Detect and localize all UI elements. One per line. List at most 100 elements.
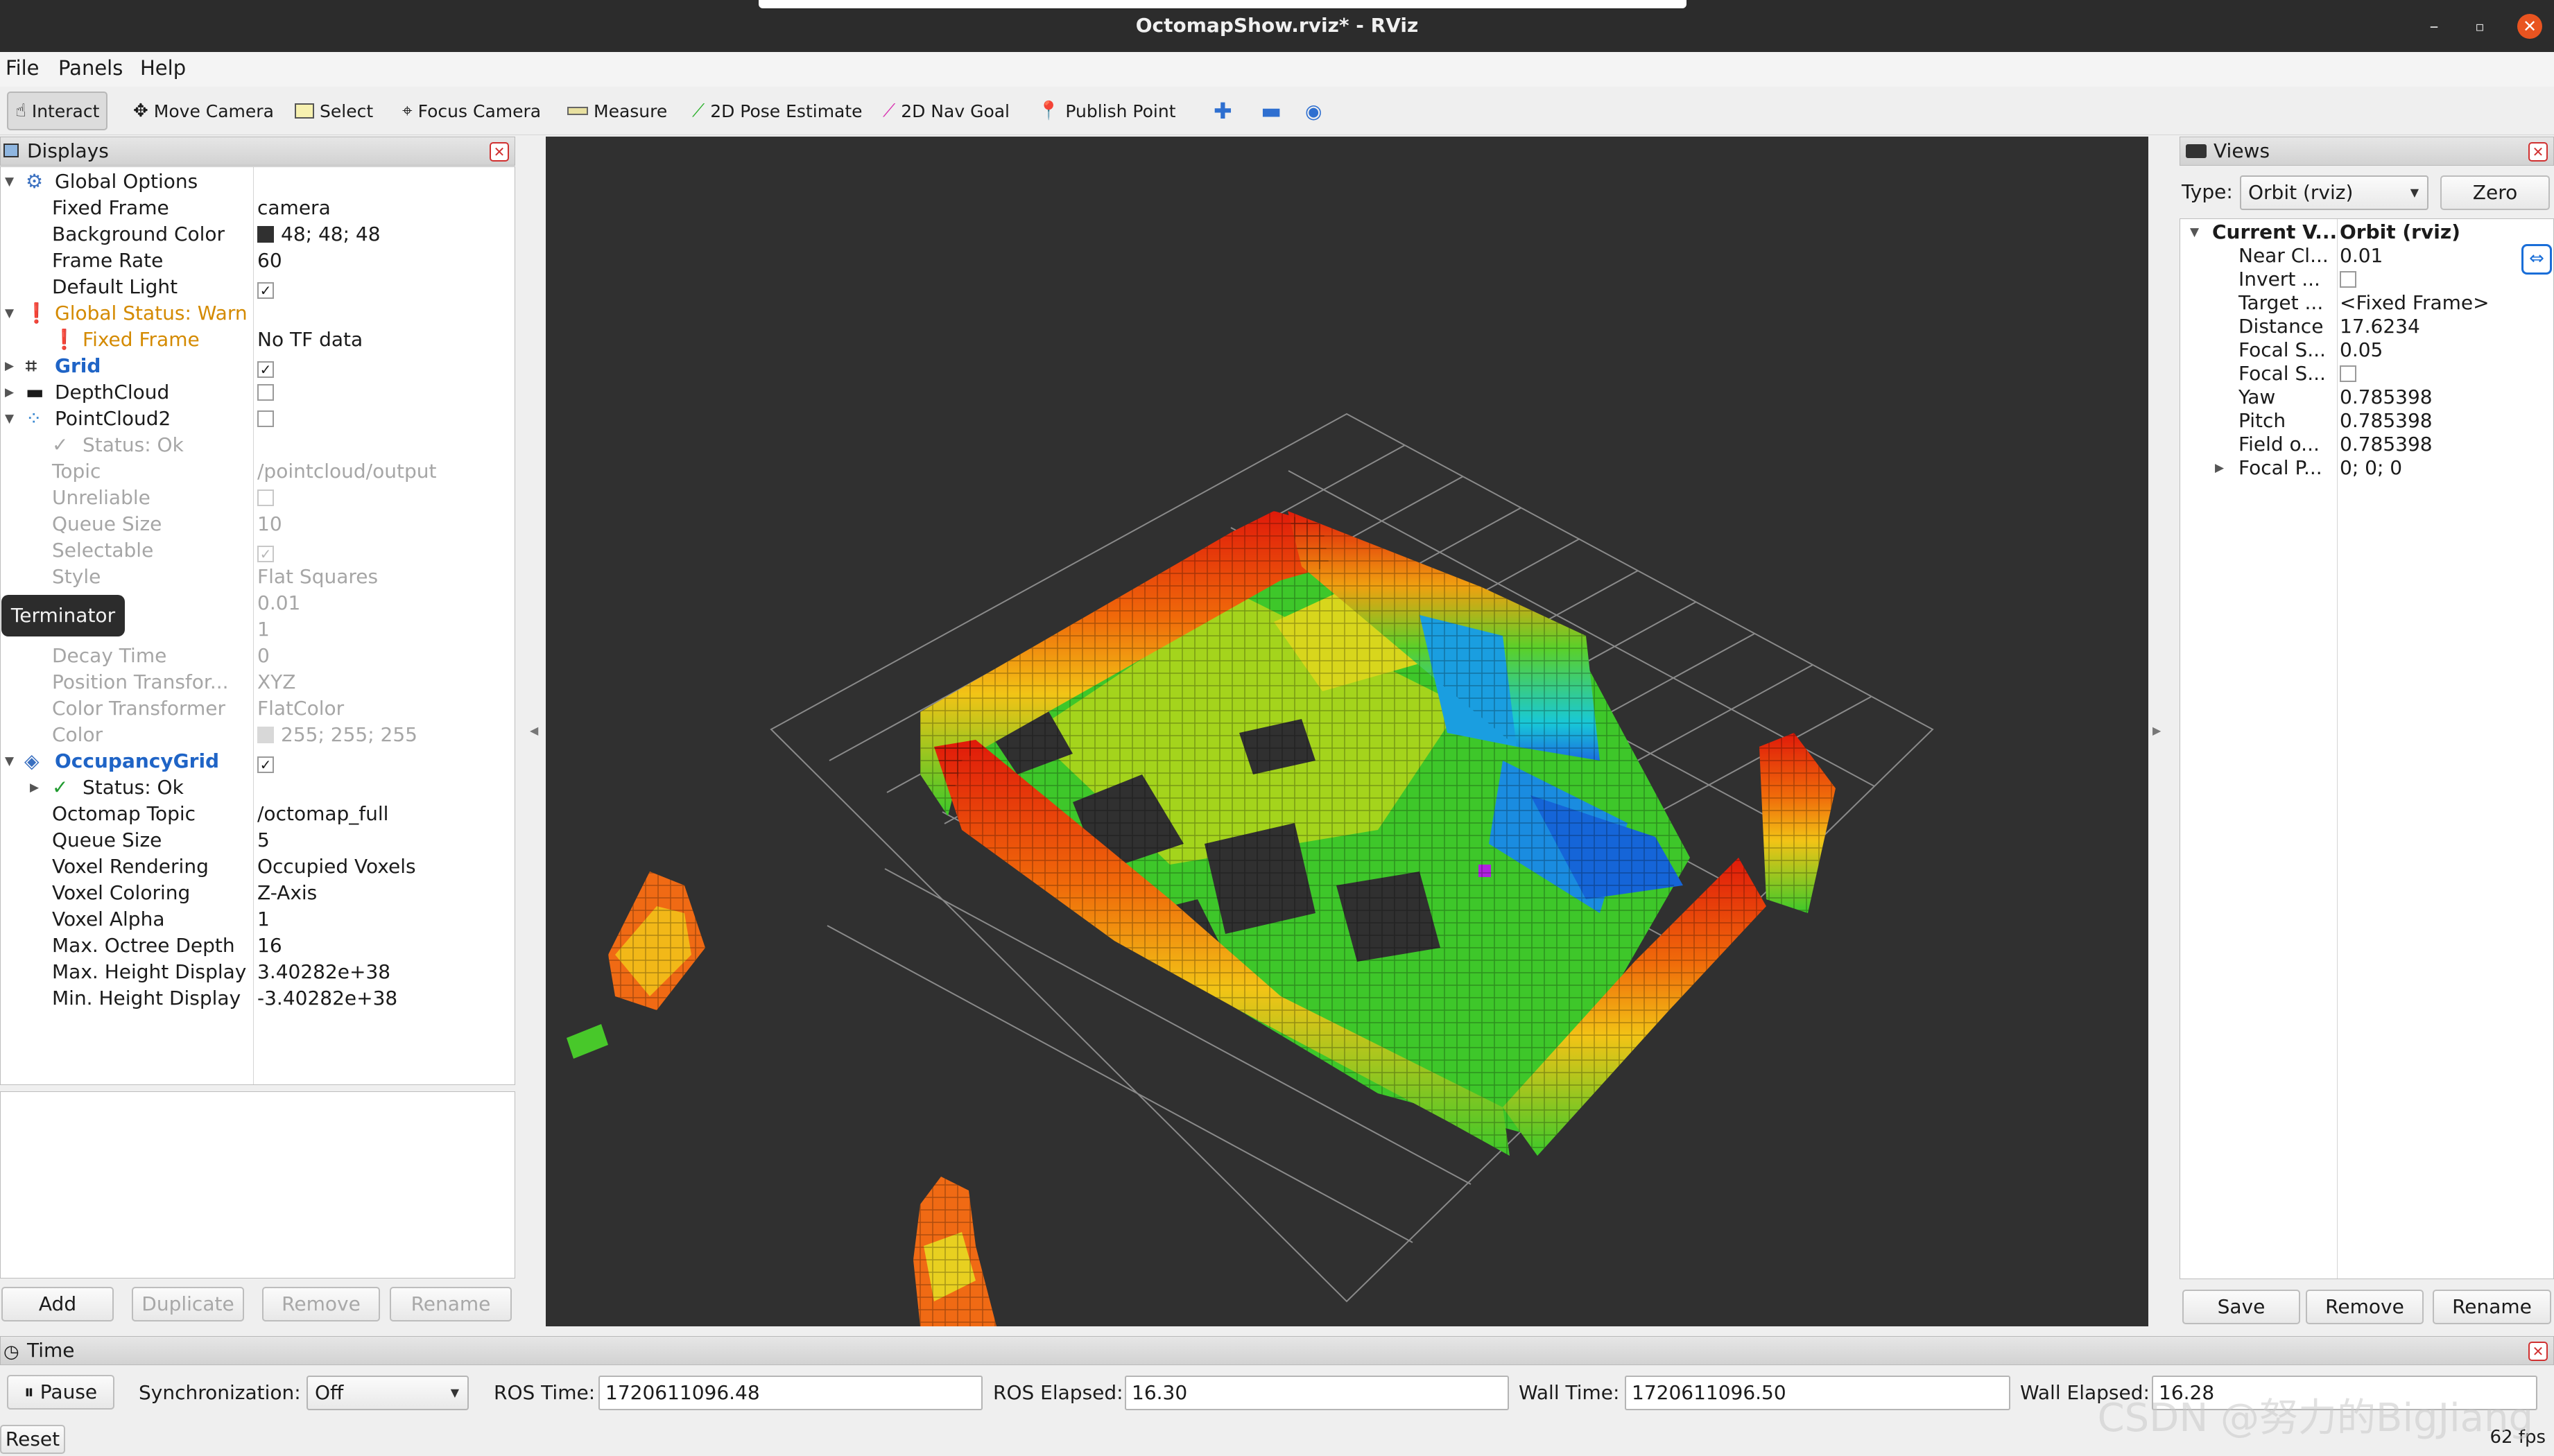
- displays-close-icon[interactable]: ✕: [490, 142, 509, 162]
- remove-view-button[interactable]: Remove: [2306, 1290, 2424, 1324]
- pose-estimate-button[interactable]: ⟋ 2D Pose Estimate: [692, 92, 863, 130]
- chevron-down-icon: ▼: [450, 1386, 459, 1399]
- checkbox[interactable]: [2340, 365, 2356, 382]
- menu-file[interactable]: File: [6, 56, 40, 80]
- reset-button[interactable]: Reset: [0, 1425, 65, 1454]
- tree-row-grid[interactable]: ▶ ⌗ Grid ✓: [1, 353, 515, 379]
- tree-row[interactable]: Style Flat Squares: [1, 564, 515, 590]
- save-view-button[interactable]: Save: [2182, 1290, 2300, 1324]
- tree-row[interactable]: Frame Rate 60: [1, 248, 515, 274]
- pink-arrow-icon: ⟋: [883, 100, 896, 121]
- tree-row-depthcloud[interactable]: ▶ ▬ DepthCloud: [1, 379, 515, 406]
- checkbox[interactable]: ✓: [257, 361, 274, 378]
- menu-help[interactable]: Help: [140, 56, 186, 80]
- tree-row[interactable]: Voxel Rendering Occupied Voxels: [1, 853, 515, 880]
- tree-row[interactable]: Color 255; 255; 255: [1, 722, 515, 748]
- checkbox[interactable]: [257, 384, 274, 401]
- tree-row-current-view[interactable]: ▼ Current V... Orbit (rviz): [2180, 219, 2553, 245]
- time-title: Time: [27, 1339, 75, 1362]
- view-type-select[interactable]: Orbit (rviz) ▼: [2240, 175, 2428, 210]
- focus-camera-button[interactable]: ⌖ Focus Camera: [402, 92, 541, 130]
- checkbox[interactable]: [257, 410, 274, 427]
- remove-tool-icon[interactable]: ▬: [1261, 92, 1282, 130]
- tree-row[interactable]: ▶ ✓ Status: Ok: [1, 774, 515, 801]
- tree-row[interactable]: Near Cl... 0.01: [2180, 243, 2553, 269]
- clock-icon: ◷: [3, 1342, 19, 1362]
- select-button[interactable]: Select: [295, 92, 373, 130]
- tree-row[interactable]: Queue Size 10: [1, 511, 515, 537]
- publish-point-button[interactable]: 📍 Publish Point: [1037, 92, 1176, 130]
- interact-button[interactable]: ☝ Interact: [7, 92, 108, 130]
- add-button[interactable]: Add: [1, 1287, 114, 1321]
- tree-row[interactable]: Pitch 0.785398: [2180, 408, 2553, 434]
- map-pin-icon: 📍: [1037, 101, 1060, 121]
- tree-row-global-options[interactable]: ▼ ⚙ Global Options: [1, 168, 515, 195]
- views-tree: ▼ Current V... Orbit (rviz) Near Cl... 0.01…: [2180, 218, 2554, 1279]
- collapse-left-icon[interactable]: ◀: [530, 724, 538, 737]
- tree-row[interactable]: Position Transfor... XYZ: [1, 669, 515, 695]
- tree-row[interactable]: Distance 17.6234: [2180, 313, 2553, 340]
- tree-row[interactable]: Focal S... 0.05: [2180, 337, 2553, 363]
- maximize-icon[interactable]: ▫: [2467, 14, 2492, 39]
- minimize-icon[interactable]: –: [2422, 14, 2447, 39]
- ros-elapsed-field[interactable]: 16.30: [1125, 1376, 1509, 1410]
- checkbox[interactable]: ✓: [257, 756, 274, 773]
- sync-select[interactable]: Off ▼: [307, 1376, 469, 1410]
- tree-row[interactable]: Voxel Alpha 1: [1, 906, 515, 933]
- green-arrow-icon: ⟋: [692, 100, 705, 121]
- tree-row-global-status[interactable]: ▼ ❗ Global Status: Warn: [1, 300, 515, 327]
- move-camera-button[interactable]: ✥ Move Camera: [133, 92, 274, 130]
- render-viewport[interactable]: [546, 137, 2148, 1326]
- tree-row[interactable]: Default Light ✓: [1, 274, 515, 300]
- time-close-icon[interactable]: ✕: [2528, 1342, 2548, 1361]
- checkbox[interactable]: [2340, 271, 2356, 288]
- type-label: Type:: [2182, 180, 2233, 203]
- add-tool-icon[interactable]: ✚: [1214, 92, 1232, 130]
- tree-row[interactable]: Max. Height Display 3.40282e+38: [1, 959, 515, 985]
- nav-goal-button[interactable]: ⟋ 2D Nav Goal: [883, 92, 1010, 130]
- pointcloud-icon: ⁘: [26, 407, 42, 430]
- wall-time-field[interactable]: 1720611096.50: [1625, 1376, 2010, 1410]
- tree-row[interactable]: ❗ Fixed Frame No TF data: [1, 327, 515, 353]
- tree-row[interactable]: Octomap Topic/octomap_full: [1, 801, 515, 827]
- tree-row[interactable]: Yaw 0.785398: [2180, 384, 2553, 410]
- checkbox[interactable]: ✓: [257, 546, 274, 562]
- tree-row[interactable]: Field o... 0.785398: [2180, 431, 2553, 458]
- views-header: Views ✕: [2180, 137, 2554, 166]
- checkbox[interactable]: [257, 489, 274, 506]
- measure-button[interactable]: Measure: [567, 92, 667, 130]
- remove-display-button[interactable]: Remove: [262, 1287, 380, 1321]
- views-close-icon[interactable]: ✕: [2528, 142, 2548, 162]
- tree-row[interactable]: Background Color 48; 48; 48: [1, 221, 515, 248]
- tree-row[interactable]: ✓ Status: Ok: [1, 432, 515, 458]
- tree-row[interactable]: Unreliable: [1, 485, 515, 511]
- tree-row-pointcloud2[interactable]: ▼ ⁘ PointCloud2: [1, 406, 515, 432]
- tree-row[interactable]: ▶ Focal P... 0; 0; 0: [2180, 455, 2553, 481]
- zero-button[interactable]: Zero: [2440, 175, 2550, 210]
- rename-view-button[interactable]: Rename: [2433, 1290, 2551, 1324]
- tree-row[interactable]: Queue Size 5: [1, 827, 515, 853]
- tree-row[interactable]: Selectable ✓: [1, 537, 515, 564]
- tree-row[interactable]: Invert ...: [2180, 266, 2553, 293]
- tree-row-occupancygrid[interactable]: ▼ ◈ OccupancyGrid ✓: [1, 748, 515, 774]
- tree-row[interactable]: Focal S...: [2180, 361, 2553, 387]
- teamviewer-icon[interactable]: ⇔: [2521, 244, 2552, 275]
- tree-row[interactable]: Min. Height Display -3.40282e+38: [1, 985, 515, 1012]
- close-icon[interactable]: ✕: [2517, 14, 2542, 39]
- views-title: Views: [2214, 139, 2270, 162]
- ros-time-field[interactable]: 1720611096.48: [598, 1376, 983, 1410]
- tree-row[interactable]: Fixed Frame camera: [1, 195, 515, 221]
- tree-row[interactable]: Target ... <Fixed Frame>: [2180, 290, 2553, 316]
- tree-row[interactable]: Color Transformer FlatColor: [1, 695, 515, 722]
- tree-row[interactable]: Max. Octree Depth 16: [1, 933, 515, 959]
- eye-icon[interactable]: ◉: [1305, 92, 1322, 130]
- tree-row[interactable]: Voxel Coloring Z-Axis: [1, 880, 515, 906]
- duplicate-button[interactable]: Duplicate: [132, 1287, 244, 1321]
- menu-panels[interactable]: Panels: [58, 56, 123, 80]
- tree-row[interactable]: Topic/pointcloud/output: [1, 458, 515, 485]
- collapse-right-icon[interactable]: ▶: [2152, 724, 2161, 737]
- pause-button[interactable]: ⏸ Pause: [7, 1375, 114, 1410]
- tree-row[interactable]: Decay Time 0: [1, 643, 515, 669]
- checkbox[interactable]: ✓: [257, 282, 274, 299]
- rename-display-button[interactable]: Rename: [390, 1287, 512, 1321]
